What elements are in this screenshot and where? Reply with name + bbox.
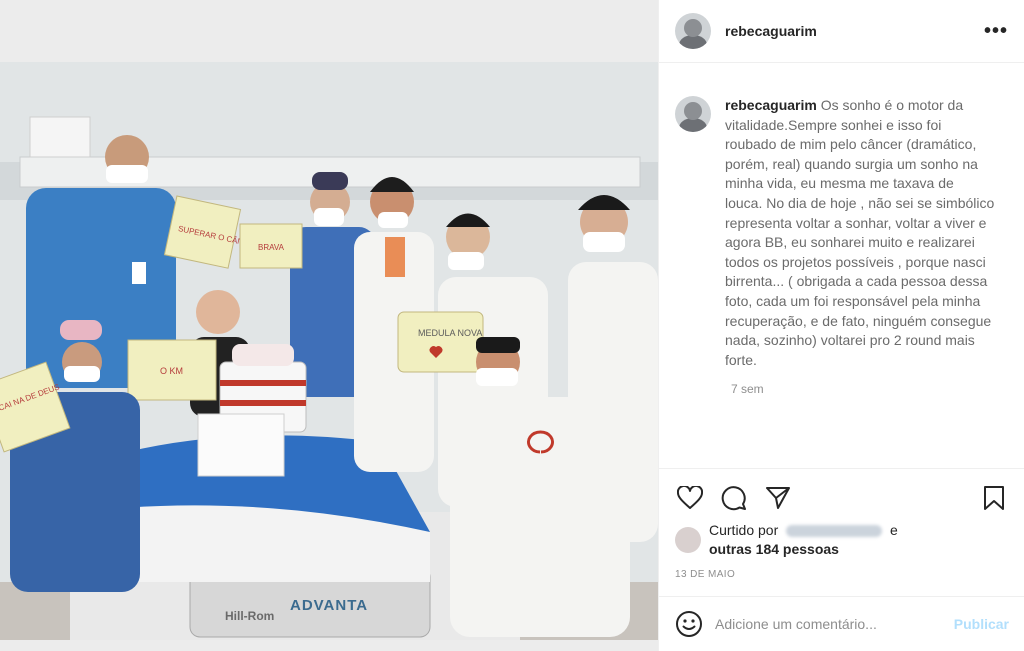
sign-right-text: MEDULA NOVA — [418, 328, 482, 338]
liker-name-blurred[interactable] — [786, 525, 883, 538]
sign-center-text: O KM — [160, 366, 183, 376]
caption-section: rebecaguarim Os sonho é o motor da vital… — [659, 64, 1024, 468]
comment-input[interactable] — [715, 616, 945, 632]
post-photo[interactable]: Hill-Rom ADVANTA SUPERAR O CÂNCER BRAVA — [0, 62, 658, 640]
bed-brand-text: Hill-Rom — [225, 609, 274, 623]
action-bar — [675, 483, 1009, 513]
share-icon[interactable] — [763, 483, 793, 513]
post-header: rebecaguarim ••• — [659, 0, 1024, 63]
author-avatar[interactable] — [675, 13, 711, 49]
likes-row: Curtido por e outras 184 pessoas — [675, 521, 1009, 559]
post-side-panel: rebecaguarim ••• rebecaguarim Os sonho é… — [658, 0, 1024, 651]
likes-prefix: Curtido por — [709, 522, 779, 538]
emoji-icon[interactable] — [675, 610, 703, 638]
liker-avatar[interactable] — [675, 527, 701, 553]
caption-author-avatar[interactable] — [675, 96, 711, 132]
post-time-ago[interactable]: 7 sem — [731, 382, 1009, 396]
post-media-panel: Hill-Rom ADVANTA SUPERAR O CÂNCER BRAVA — [0, 0, 658, 651]
hospital-group-photo: Hill-Rom ADVANTA SUPERAR O CÂNCER BRAVA — [0, 62, 658, 640]
caption-username[interactable]: rebecaguarim — [725, 97, 817, 113]
publish-button[interactable]: Publicar — [954, 616, 1009, 632]
comment-box: Publicar — [659, 596, 1024, 651]
author-username[interactable]: rebecaguarim — [725, 23, 817, 39]
bookmark-icon[interactable] — [979, 483, 1009, 513]
likes-others[interactable]: outras 184 pessoas — [709, 541, 839, 557]
bed-model-text: ADVANTA — [290, 597, 368, 614]
caption-text: rebecaguarim Os sonho é o motor da vital… — [725, 96, 995, 370]
more-options-icon[interactable]: ••• — [984, 21, 1008, 41]
sign-left-mid-text: BRAVA — [258, 243, 285, 252]
likes-text: Curtido por e outras 184 pessoas — [709, 521, 898, 559]
likes-conjunction: e — [890, 522, 898, 538]
post-actions: Curtido por e outras 184 pessoas 13 DE M… — [659, 468, 1024, 580]
post-date[interactable]: 13 DE MAIO — [675, 569, 1009, 580]
comment-icon[interactable] — [719, 483, 749, 513]
caption-row: rebecaguarim Os sonho é o motor da vital… — [675, 96, 1009, 370]
heart-icon[interactable] — [675, 483, 705, 513]
caption-body: Os sonho é o motor da vitalidade.Sempre … — [725, 97, 995, 368]
